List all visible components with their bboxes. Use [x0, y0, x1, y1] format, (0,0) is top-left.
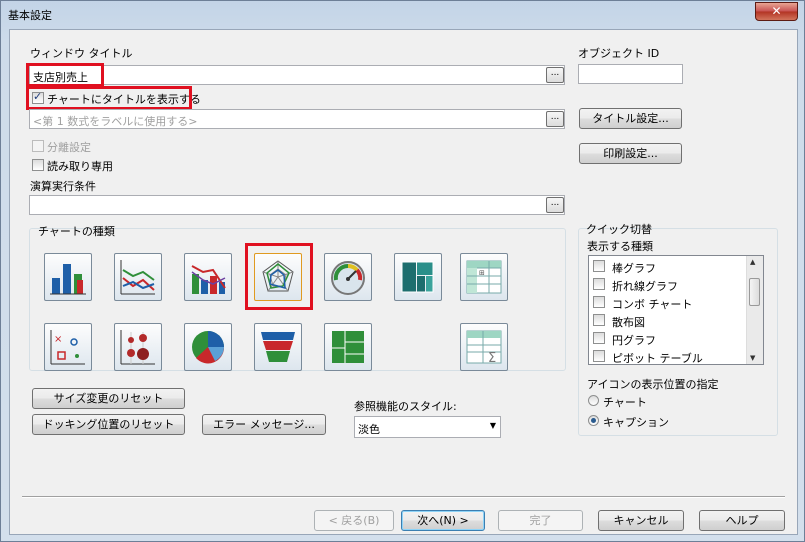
svg-text:×: × [54, 334, 62, 345]
reset-size-button[interactable]: サイズ変更のリセット [32, 388, 185, 409]
gauge-chart-icon[interactable] [324, 253, 372, 301]
list-item[interactable]: 散布図 [591, 312, 741, 329]
list-item-checkbox[interactable] [593, 260, 605, 272]
list-item[interactable]: コンボ チャート [591, 294, 741, 311]
finish-button[interactable]: 完了 [498, 510, 583, 531]
next-button[interactable]: 次へ(N) > [401, 510, 485, 531]
object-id-input[interactable] [578, 64, 683, 84]
chart-types-label: チャートの種類 [38, 225, 115, 238]
dialog-window: 基本設定 ✕ ウィンドウ タイトル 支店別売上 ... オブジェクト ID チャ… [0, 0, 805, 542]
list-item-checkbox[interactable] [593, 350, 605, 362]
list-item-checkbox[interactable] [593, 332, 605, 344]
window-title-browse-button[interactable]: ... [546, 67, 564, 83]
title-settings-button[interactable]: タイトル設定... [579, 108, 682, 129]
list-item-label: ピボット テーブル [612, 352, 703, 365]
bar-chart-icon[interactable] [44, 253, 92, 301]
print-settings-button[interactable]: 印刷設定... [579, 143, 682, 164]
list-item-label: 棒グラフ [612, 262, 656, 275]
title-expression-placeholder: <第 1 数式をラベルに使用する> [33, 115, 198, 128]
list-item-checkbox[interactable] [593, 314, 605, 326]
lookup-style-value: 淡色 [358, 423, 380, 436]
list-item-label: 折れ線グラフ [612, 280, 678, 293]
icon-position-label: アイコンの表示位置の指定 [587, 378, 719, 391]
mekko-chart-icon[interactable] [324, 323, 372, 371]
back-button[interactable]: < 戻る(B) [314, 510, 394, 531]
title-bar[interactable]: 基本設定 ✕ [1, 1, 804, 27]
lookup-style-select[interactable]: 淡色 ▼ [354, 416, 501, 438]
help-button[interactable]: ヘルプ [699, 510, 785, 531]
list-item[interactable]: 円グラフ [591, 330, 741, 347]
icon-position-caption-radio[interactable] [588, 415, 599, 426]
grid-chart-icon[interactable] [114, 323, 162, 371]
read-only-label: 読み取り専用 [47, 160, 113, 173]
title-expression-input[interactable]: <第 1 数式をラベルに使用する> [29, 109, 565, 129]
calc-condition-input[interactable] [29, 195, 565, 215]
list-item-label: 円グラフ [612, 334, 656, 347]
cancel-button[interactable]: キャンセル [598, 510, 684, 531]
detach-checkbox[interactable] [32, 140, 44, 152]
scroll-thumb[interactable] [749, 278, 760, 306]
highlight-box-radar [245, 243, 313, 310]
window-title-label: ウィンドウ タイトル [30, 47, 133, 60]
reset-docking-button[interactable]: ドッキング位置のリセット [32, 414, 185, 435]
close-button[interactable]: ✕ [755, 2, 798, 21]
list-item[interactable]: ピボット テーブル [591, 348, 741, 365]
window-title-input[interactable]: 支店別売上 [29, 65, 565, 85]
line-chart-icon[interactable] [114, 253, 162, 301]
dialog-body: ウィンドウ タイトル 支店別売上 ... オブジェクト ID チャートにタイトル… [9, 29, 798, 535]
icon-position-caption-label: キャプション [603, 416, 669, 429]
straight-table-icon[interactable]: Σ [460, 323, 508, 371]
visible-types-label: 表示する種類 [587, 240, 653, 253]
quick-switch-list[interactable]: 棒グラフ 折れ線グラフ コンボ チャート 散布図 円グラフ ピボット テーブル … [588, 255, 764, 365]
list-item-checkbox[interactable] [593, 278, 605, 290]
highlight-box-title-input [26, 63, 104, 87]
quick-switch-label: クイック切替 [586, 223, 652, 236]
scroll-up-icon[interactable]: ▲ [750, 258, 755, 266]
list-scrollbar[interactable]: ▲ ▼ [746, 256, 763, 364]
list-item[interactable]: 折れ線グラフ [591, 276, 741, 293]
dialog-title: 基本設定 [8, 9, 52, 22]
block-chart-icon[interactable] [394, 253, 442, 301]
scroll-down-icon[interactable]: ▼ [750, 354, 755, 362]
svg-text:⊞: ⊞ [479, 269, 485, 277]
list-item-label: 散布図 [612, 316, 645, 329]
error-messages-button[interactable]: エラー メッセージ... [202, 414, 326, 435]
combo-chart-icon[interactable] [184, 253, 232, 301]
scatter-chart-icon[interactable]: × [44, 323, 92, 371]
footer-separator [22, 496, 785, 498]
pivot-table-icon[interactable]: ⊞ [460, 253, 508, 301]
funnel-chart-icon[interactable] [254, 323, 302, 371]
list-item-label: コンボ チャート [612, 298, 693, 311]
pie-chart-icon[interactable] [184, 323, 232, 371]
lookup-style-label: 参照機能のスタイル: [354, 400, 457, 413]
icon-position-chart-radio[interactable] [588, 395, 599, 406]
calc-condition-label: 演算実行条件 [30, 180, 96, 193]
icon-position-chart-label: チャート [603, 396, 647, 409]
list-item[interactable]: 棒グラフ [591, 258, 741, 275]
title-expression-browse-button[interactable]: ... [546, 111, 564, 127]
close-icon: ✕ [771, 4, 782, 18]
object-id-label: オブジェクト ID [578, 47, 660, 60]
list-item-checkbox[interactable] [593, 296, 605, 308]
detach-label: 分離設定 [47, 141, 91, 154]
svg-text:Σ: Σ [488, 351, 496, 366]
highlight-box-show-title [26, 86, 192, 110]
chevron-down-icon: ▼ [489, 421, 496, 430]
read-only-checkbox[interactable] [32, 159, 44, 171]
calc-condition-browse-button[interactable]: ... [546, 197, 564, 213]
